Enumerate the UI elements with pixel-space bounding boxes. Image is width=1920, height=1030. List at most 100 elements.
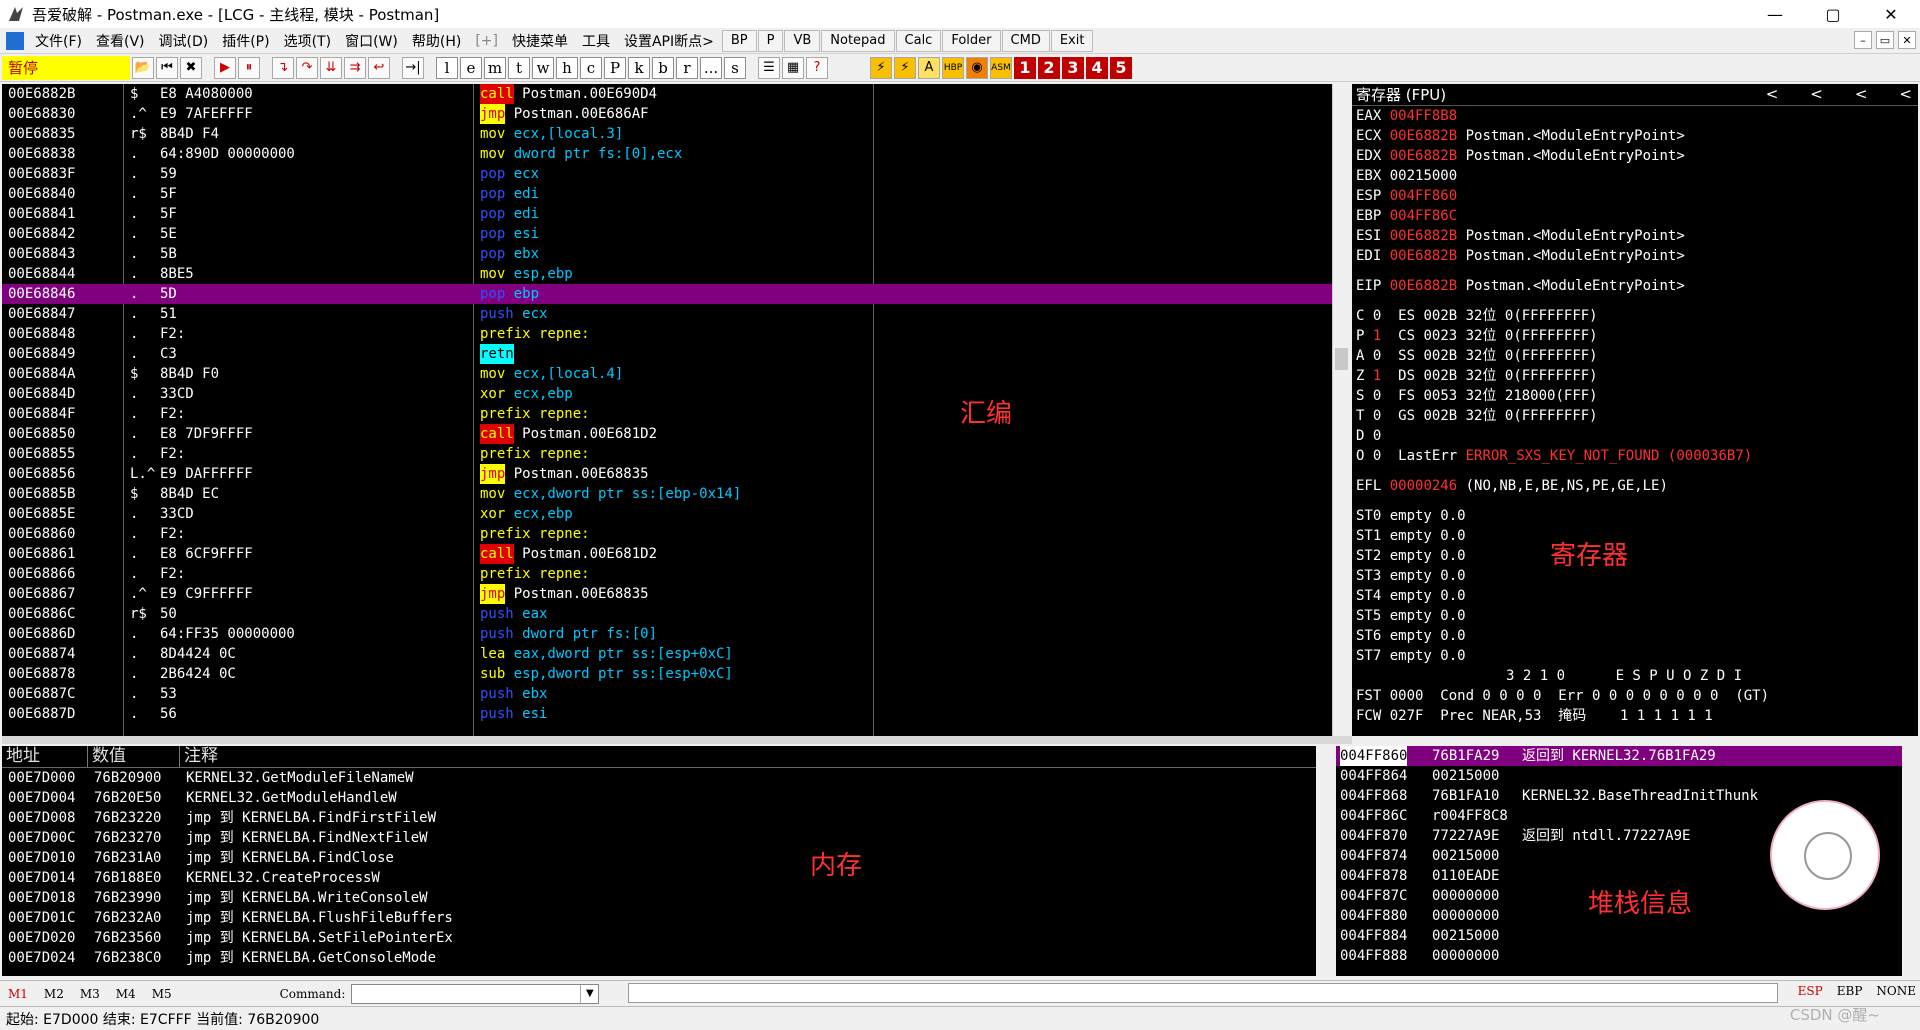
disassembly-hscrollbar[interactable] xyxy=(2,736,1352,744)
register-value[interactable]: 00E6882B xyxy=(1390,148,1457,164)
menu-tools[interactable]: 工具 xyxy=(575,31,617,51)
fpu-register-row[interactable]: ST3 empty 0.0 xyxy=(1352,566,1918,586)
register-row[interactable]: ESI 00E6882B Postman.<ModuleEntryPoint> xyxy=(1352,226,1918,246)
esp-button[interactable]: ESP xyxy=(1798,984,1823,998)
memory-row[interactable]: 00E7D000 76B20900 KERNEL32.GetModuleFileNa… xyxy=(2,768,1316,788)
m1-button[interactable]: M1 xyxy=(0,987,36,1001)
flag-row[interactable]: O 0 LastErr ERROR_SXS_KEY_NOT_FOUND (000… xyxy=(1352,446,1918,466)
stack-row[interactable]: 004FF864 00215000 xyxy=(1336,766,1902,786)
disasm-row[interactable]: 00E68860. F2: prefix repne: xyxy=(2,524,1332,544)
tool-bp-button[interactable]: BP xyxy=(721,29,757,52)
tool-p-button[interactable]: P xyxy=(757,29,784,52)
bookmark-5-button[interactable]: 5 xyxy=(1110,56,1132,79)
disasm-row[interactable]: 00E6887C. 53 push ebx xyxy=(2,684,1332,704)
flag-row[interactable]: C 0 ES 002B 32位 0(FFFFFFFF) xyxy=(1352,306,1918,326)
references-window-button[interactable]: r xyxy=(676,56,698,79)
memory-row[interactable]: 00E7D018 76B23990 jmp 到 KERNELBA.WriteCons… xyxy=(2,888,1316,908)
bookmark-2-button[interactable]: 2 xyxy=(1038,56,1060,79)
handles-window-button[interactable]: h xyxy=(556,56,578,79)
eip-row[interactable]: EIP 00E6882B Postman.<ModuleEntryPoint> xyxy=(1352,276,1918,296)
memory-row[interactable]: 00E7D014 76B188E0 KERNEL32.CreateProcessW xyxy=(2,868,1316,888)
flag-value[interactable]: 0 xyxy=(1373,308,1381,324)
registers-header[interactable]: 寄存器 (FPU) < < < < xyxy=(1352,84,1918,106)
hbp-icon[interactable]: HBP xyxy=(942,56,964,79)
disasm-row[interactable]: 00E6885B $8B4D EC mov ecx,dword ptr ss:[ebp… xyxy=(2,484,1332,504)
threads-window-button[interactable]: t xyxy=(508,56,530,79)
disasm-row[interactable]: 00E6884F. F2: prefix repne: xyxy=(2,404,1332,424)
flag-row[interactable]: S 0 FS 0053 32位 218000(FFF) xyxy=(1352,386,1918,406)
execute-till-return-icon[interactable]: ↩ xyxy=(368,56,390,79)
disasm-row[interactable]: 00E6884A $8B4D F0 mov ecx,[local.4] xyxy=(2,364,1332,384)
menu-plus[interactable]: [+] xyxy=(468,33,505,49)
memory-map-button[interactable]: m xyxy=(484,56,506,79)
fpu-register-row[interactable]: ST7 empty 0.0 xyxy=(1352,646,1918,666)
stack-row[interactable]: 004FF860 76B1FA29 返回到 KERNEL32.76B1FA29 xyxy=(1336,746,1902,766)
memory-col-value[interactable]: 数值 xyxy=(88,746,180,767)
disasm-row[interactable]: 00E68844. 8BE5 mov esp,ebp xyxy=(2,264,1332,284)
register-value[interactable]: 00215000 xyxy=(1390,168,1457,184)
source-window-button[interactable]: s xyxy=(724,56,746,79)
tool-calc-button[interactable]: Calc xyxy=(895,29,942,52)
memory-dump-pane[interactable]: 地址 数值 注释 00E7D000 76B20900 KERNEL32.GetMod… xyxy=(2,746,1316,976)
flag-row[interactable]: D 0 xyxy=(1352,426,1918,446)
flag-value[interactable]: 0 xyxy=(1373,388,1381,404)
breakpoints-window-button[interactable]: b xyxy=(652,56,674,79)
scroll-thumb[interactable] xyxy=(1335,348,1348,370)
disasm-row[interactable]: 00E68849. C3 retn xyxy=(2,344,1332,364)
stack-row[interactable]: 004FF884 00215000 xyxy=(1336,926,1902,946)
disasm-row[interactable]: 00E68841. 5F pop edi xyxy=(2,204,1332,224)
flag-row[interactable]: Z 1 DS 002B 32位 0(FFFFFFFF) xyxy=(1352,366,1918,386)
register-row[interactable]: EBP 004FF86C xyxy=(1352,206,1918,226)
pause-icon[interactable]: ⏸ xyxy=(238,56,260,79)
disasm-row[interactable]: 00E6886C r$ 50 push eax xyxy=(2,604,1332,624)
flag-row[interactable]: P 1 CS 0023 32位 0(FFFFFFFF) xyxy=(1352,326,1918,346)
disasm-row[interactable]: 00E68856 L.^ E9 DAFFFFFF jmp Postman.00E6883… xyxy=(2,464,1332,484)
menu-quick[interactable]: 快捷菜单 xyxy=(505,31,575,51)
run-trace-button[interactable]: ... xyxy=(700,56,722,79)
memory-col-comment[interactable]: 注释 xyxy=(180,746,1316,767)
memory-row[interactable]: 00E7D010 76B231A0 jmp 到 KERNELBA.FindClose xyxy=(2,848,1316,868)
options-icon[interactable]: ▦ xyxy=(782,56,804,79)
flag-value[interactable]: 1 xyxy=(1373,328,1381,344)
step-over-icon[interactable]: ↷ xyxy=(296,56,318,79)
disasm-row[interactable]: 00E68850. E8 7DF9FFFF call Postman.00E681D2 xyxy=(2,424,1332,444)
flag-value[interactable]: 0 xyxy=(1373,428,1381,444)
none-button[interactable]: NONE xyxy=(1876,984,1916,998)
menu-view[interactable]: 查看(V) xyxy=(89,31,152,51)
prev-arrow-3[interactable]: < xyxy=(1855,84,1868,104)
fpu-register-row[interactable]: ST1 empty 0.0 xyxy=(1352,526,1918,546)
trace-over-icon[interactable]: ⇉ xyxy=(344,56,366,79)
register-row[interactable]: EBX 00215000 xyxy=(1352,166,1918,186)
memory-row[interactable]: 00E7D020 76B23560 jmp 到 KERNELBA.SetFilePo… xyxy=(2,928,1316,948)
close-button[interactable]: ✕ xyxy=(1862,0,1920,28)
menu-file[interactable]: 文件(F) xyxy=(28,31,89,51)
dropdown-icon[interactable]: ▼ xyxy=(580,984,598,1003)
disasm-row[interactable]: 00E68874. 8D4424 0C lea eax,dword ptr ss:[e… xyxy=(2,644,1332,664)
fpu-register-row[interactable]: ST0 empty 0.0 xyxy=(1352,506,1918,526)
menu-window[interactable]: 窗口(W) xyxy=(338,31,405,51)
disasm-row[interactable]: 00E68846. 5D pop ebp xyxy=(2,284,1332,304)
run-icon[interactable]: ▶ xyxy=(214,56,236,79)
register-value[interactable]: 00E6882B xyxy=(1390,278,1457,294)
mdi-restore-button[interactable]: ▭ xyxy=(1876,31,1894,49)
tool-notepad-button[interactable]: Notepad xyxy=(821,29,895,52)
plugin-icon-3[interactable]: A xyxy=(918,56,940,79)
log-window-button[interactable]: l xyxy=(436,56,458,79)
list-icon[interactable]: ☰ xyxy=(758,56,780,79)
disasm-row[interactable]: 00E68867 .^ E9 C9FFFFFF jmp Postman.00E68835 xyxy=(2,584,1332,604)
register-value[interactable]: 00E6882B xyxy=(1390,128,1457,144)
modules-window-button[interactable]: e xyxy=(460,56,482,79)
register-value[interactable]: 00E6882B xyxy=(1390,248,1457,264)
disasm-row[interactable]: 00E6887D. 56 push esi xyxy=(2,704,1332,724)
close-debuggee-icon[interactable]: ✖ xyxy=(180,56,202,79)
disassembly-scrollbar[interactable] xyxy=(1332,84,1350,736)
help-icon[interactable]: ? xyxy=(806,56,828,79)
flag-row[interactable]: A 0 SS 002B 32位 0(FFFFFFFF) xyxy=(1352,346,1918,366)
command-input[interactable]: ▼ xyxy=(351,983,600,1004)
fpu-register-row[interactable]: ST5 empty 0.0 xyxy=(1352,606,1918,626)
m3-button[interactable]: M3 xyxy=(72,987,108,1001)
memory-row[interactable]: 00E7D008 76B23220 jmp 到 KERNELBA.FindFirst… xyxy=(2,808,1316,828)
register-row[interactable]: ECX 00E6882B Postman.<ModuleEntryPoint> xyxy=(1352,126,1918,146)
menu-debug[interactable]: 调试(D) xyxy=(152,31,216,51)
m5-button[interactable]: M5 xyxy=(144,987,180,1001)
